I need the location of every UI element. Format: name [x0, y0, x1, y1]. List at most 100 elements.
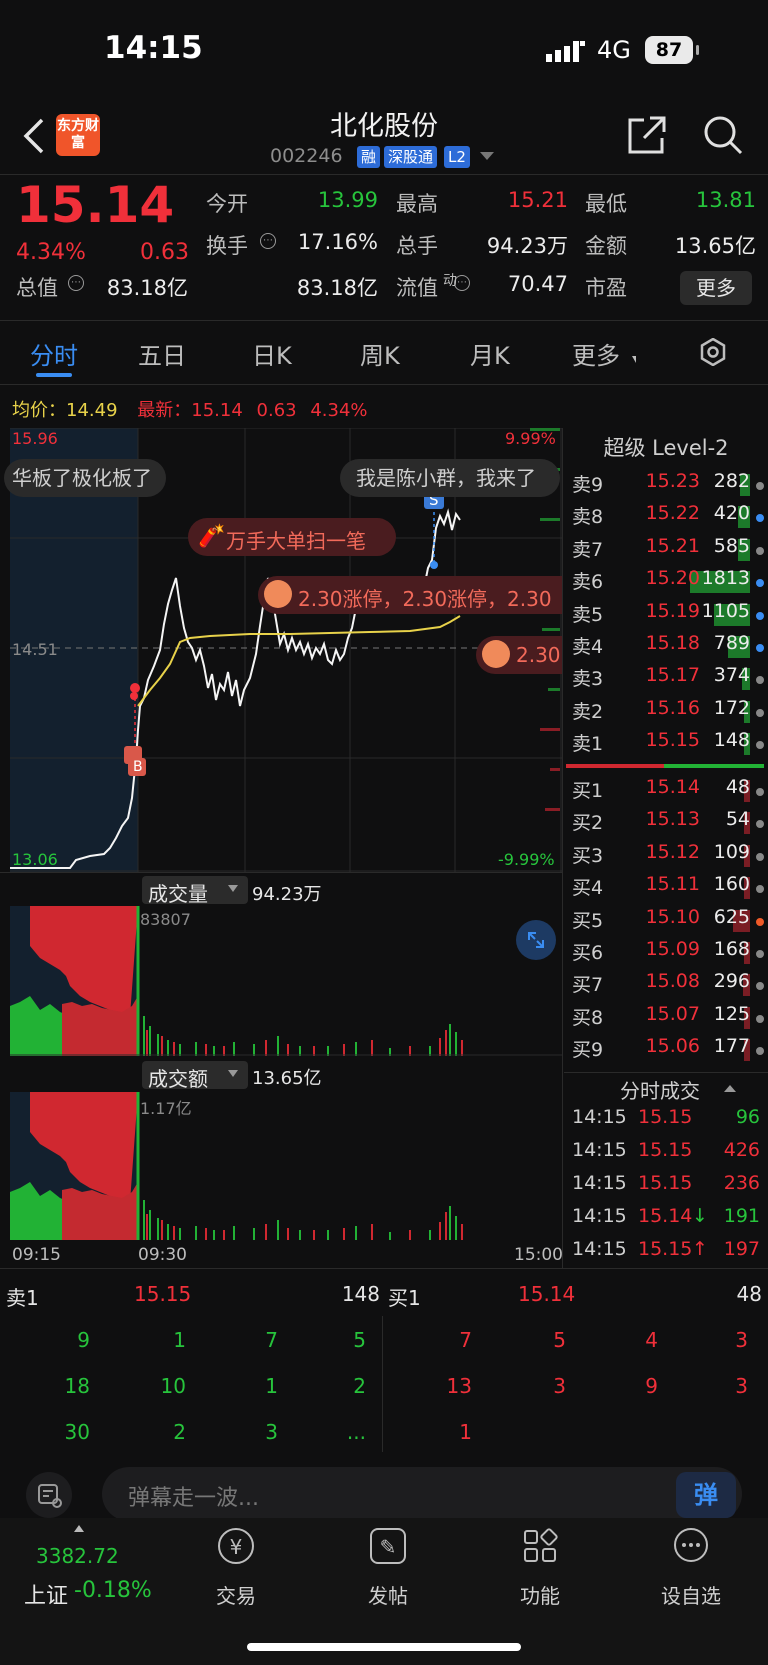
level-label: 买9	[572, 1039, 604, 1062]
buy-sell-ratio-red	[566, 764, 664, 768]
ask-row[interactable]: 卖1 15.15 148	[564, 729, 768, 761]
level-volume: 177	[713, 1035, 750, 1058]
chart-info: 均价：14.49 最新：15.14 0.63 4.34%	[12, 396, 368, 422]
level-price: 15.07	[645, 1002, 700, 1025]
level-label: 卖2	[572, 700, 604, 723]
volume-chart	[10, 906, 562, 1056]
danmu-input[interactable]: 弹幕走一波...	[102, 1467, 742, 1521]
trade-price: 15.15	[638, 1172, 693, 1194]
bid-row[interactable]: 买5 15.10 625	[564, 906, 768, 938]
danmu-send-button[interactable]: 弹	[676, 1472, 736, 1518]
dropdown-icon[interactable]	[480, 152, 494, 162]
avg-label: 均价：	[12, 400, 66, 421]
trade-direction-icon: ↑	[692, 1238, 708, 1260]
tab-intraday[interactable]: 分时	[30, 336, 78, 371]
info-icon[interactable]: ⋯	[68, 275, 84, 291]
volume-selector[interactable]: 成交量	[142, 876, 248, 906]
index-value[interactable]: 3382.72	[36, 1544, 119, 1568]
stat-value: 94.23万	[486, 234, 568, 258]
nav-function[interactable]: 功能	[490, 1580, 590, 1609]
level-volume: 109	[713, 840, 750, 863]
ask-row[interactable]: 卖6 15.20 1813	[564, 567, 768, 599]
trade-volume: 96	[735, 1106, 760, 1128]
ask-row[interactable]: 卖2 15.16 172	[564, 697, 768, 729]
info-icon[interactable]: ⋯	[260, 233, 276, 249]
stock-name: 北化股份	[330, 111, 438, 142]
level-label: 卖3	[572, 668, 604, 691]
danmaku-bubble-hot[interactable]: 🧨 万手大单扫一笔	[188, 518, 396, 556]
ask-row[interactable]: 卖5 15.19 1105	[564, 600, 768, 632]
danmaku-bubble-limit-up[interactable]: 2.30涨停，2.30涨停，2.30	[258, 576, 562, 614]
level-price: 15.21	[645, 534, 700, 557]
status-dot-icon	[756, 546, 764, 555]
trade-price: 15.15	[638, 1139, 693, 1161]
nav-trade[interactable]: 交易	[186, 1580, 286, 1609]
amount-selector[interactable]: 成交额	[142, 1061, 248, 1091]
status-dot-icon	[756, 708, 764, 717]
stat-value: 13.99	[317, 188, 378, 212]
stat-label: 总值	[16, 276, 58, 300]
trade-time: 14:15	[572, 1139, 627, 1161]
level-volume: 160	[713, 873, 750, 896]
danmaku-bubble[interactable]: 华板了极化板了	[4, 459, 166, 497]
bid-row[interactable]: 买6 15.09 168	[564, 938, 768, 970]
status-dot-icon	[756, 611, 764, 620]
change-percent: 4.34%	[16, 240, 86, 265]
bid-row[interactable]: 买3 15.12 109	[564, 841, 768, 873]
trade-volume: 191	[723, 1205, 760, 1227]
level-volume: 125	[713, 1002, 750, 1025]
bid-row[interactable]: 买9 15.06 177	[564, 1035, 768, 1067]
app-logo[interactable]: 东方财富	[56, 114, 100, 156]
queue-sell-order: 18	[64, 1374, 90, 1398]
trades-title[interactable]: 分时成交	[620, 1075, 700, 1104]
level-label: 卖7	[572, 538, 604, 561]
tab-daily-k[interactable]: 日K	[252, 336, 292, 371]
buy-sell-ratio-green	[664, 764, 764, 768]
more-button[interactable]: 更多	[680, 271, 752, 305]
tab-five-day[interactable]: 五日	[138, 336, 186, 371]
danmaku-bubble[interactable]: 我是陈小群，我来了	[340, 459, 560, 497]
index-change[interactable]: -0.18%	[74, 1578, 152, 1603]
danmaku-bubble-small[interactable]: 2.30	[476, 636, 562, 674]
bid-row[interactable]: 买1 15.14 48	[564, 776, 768, 808]
stat-value: 83.18亿	[296, 276, 378, 300]
bid-row[interactable]: 买7 15.08 296	[564, 970, 768, 1002]
back-icon[interactable]	[22, 118, 46, 154]
ask-row[interactable]: 卖7 15.21 585	[564, 535, 768, 567]
tab-more[interactable]: 更多	[572, 336, 620, 371]
share-icon[interactable]	[626, 114, 668, 156]
change-value: 0.63	[140, 240, 189, 265]
nav-post[interactable]: 发帖	[338, 1580, 438, 1609]
stat-value: 13.81	[695, 188, 756, 212]
ask-row[interactable]: 卖4 15.18 789	[564, 632, 768, 664]
ask-row[interactable]: 卖8 15.22 420	[564, 502, 768, 534]
search-icon[interactable]	[702, 114, 744, 156]
queue-sell-order: 9	[77, 1328, 90, 1352]
settings-icon[interactable]	[699, 338, 727, 366]
level-volume: 172	[713, 696, 750, 719]
queue-sell-order: 3	[265, 1420, 278, 1444]
level-label: 买6	[572, 942, 604, 964]
level-price: 15.16	[645, 696, 700, 719]
function-icon	[524, 1528, 558, 1562]
expand-chart-button[interactable]	[516, 920, 556, 960]
index-name[interactable]: 上证	[24, 1578, 68, 1610]
level-volume: 374	[713, 664, 750, 687]
tab-monthly-k[interactable]: 月K	[470, 336, 510, 371]
bid-row[interactable]: 买8 15.07 125	[564, 1003, 768, 1035]
queue-sell-order: 7	[265, 1328, 278, 1352]
bid-row[interactable]: 买4 15.11 160	[564, 873, 768, 905]
ask-row[interactable]: 卖9 15.23 282	[564, 470, 768, 502]
stat-label: 换手	[206, 234, 248, 258]
stat-label: 最高	[396, 192, 438, 216]
collapse-icon[interactable]	[724, 1084, 736, 1092]
queue-sell-order: 30	[64, 1420, 90, 1444]
ask-row[interactable]: 卖3 15.17 374	[564, 664, 768, 696]
nav-watchlist[interactable]: 设自选	[641, 1580, 741, 1609]
danmu-settings-button[interactable]	[26, 1472, 72, 1518]
level-label: 买2	[572, 812, 604, 835]
bid-row[interactable]: 买2 15.13 54	[564, 808, 768, 840]
tab-weekly-k[interactable]: 周K	[360, 336, 400, 371]
queue-buy-order: 5	[553, 1328, 566, 1352]
queue-buy-label: 买1	[388, 1286, 421, 1310]
